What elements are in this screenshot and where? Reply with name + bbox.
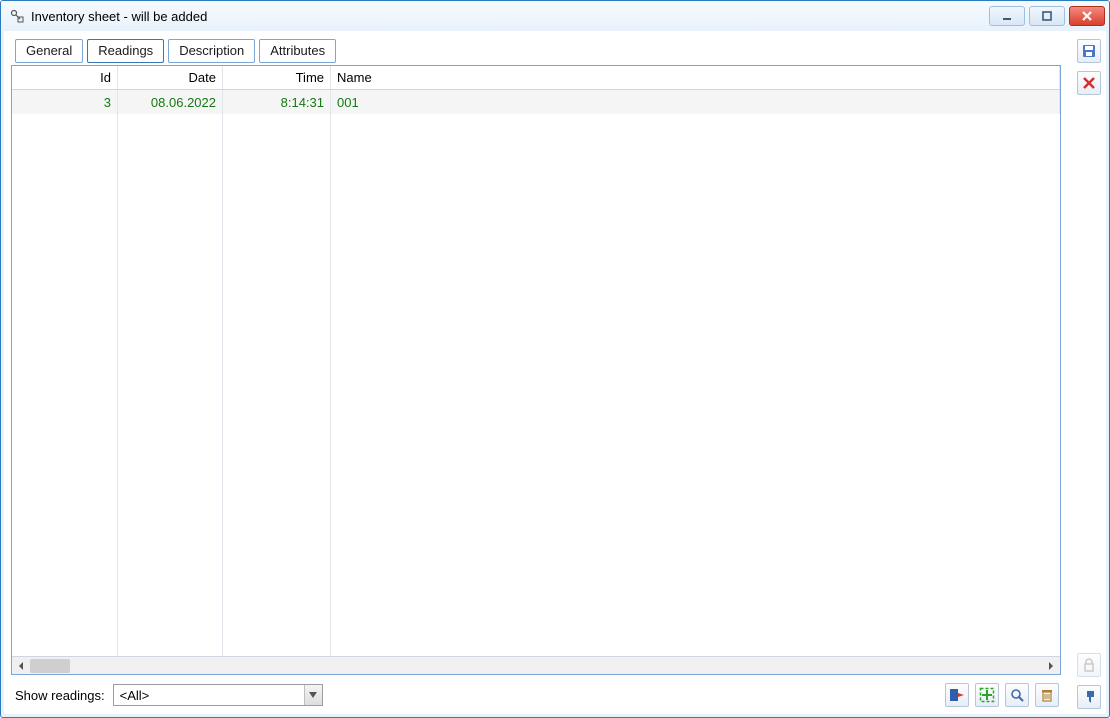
main-column: General Readings Description Attributes … xyxy=(5,35,1067,713)
scroll-left-icon[interactable] xyxy=(12,657,30,675)
column-header-date[interactable]: Date xyxy=(118,66,223,89)
column-header-time[interactable]: Time xyxy=(223,66,331,89)
scroll-thumb[interactable] xyxy=(30,659,70,673)
grid-vertical-lines xyxy=(12,114,1060,656)
cell-time: 8:14:31 xyxy=(223,90,331,114)
window-title: Inventory sheet - will be added xyxy=(31,9,989,24)
close-button[interactable] xyxy=(1069,6,1105,26)
app-icon xyxy=(9,8,25,24)
save-button[interactable] xyxy=(1077,39,1101,63)
side-toolbar xyxy=(1073,35,1105,713)
table-row[interactable]: 3 08.06.2022 8:14:31 001 xyxy=(12,90,1060,114)
show-readings-combo[interactable]: <All> xyxy=(113,684,323,706)
column-header-id[interactable]: Id xyxy=(12,66,118,89)
cancel-button[interactable] xyxy=(1077,71,1101,95)
delete-button[interactable] xyxy=(1035,683,1059,707)
tab-description[interactable]: Description xyxy=(168,39,255,63)
grid-header: Id Date Time Name xyxy=(12,66,1060,90)
tabs: General Readings Description Attributes xyxy=(5,35,1067,63)
window: Inventory sheet - will be added General … xyxy=(0,0,1110,718)
client-area: General Readings Description Attributes … xyxy=(1,31,1109,717)
footer-action-buttons xyxy=(945,683,1059,707)
minimize-button[interactable] xyxy=(989,6,1025,26)
tab-general[interactable]: General xyxy=(15,39,83,63)
maximize-button[interactable] xyxy=(1029,6,1065,26)
cell-name: 001 xyxy=(331,90,1060,114)
scroll-track[interactable] xyxy=(30,657,1042,674)
grid-body[interactable]: 3 08.06.2022 8:14:31 001 xyxy=(12,90,1060,656)
tab-readings[interactable]: Readings xyxy=(87,39,164,63)
chevron-down-icon xyxy=(304,685,322,705)
search-button[interactable] xyxy=(1005,683,1029,707)
titlebar: Inventory sheet - will be added xyxy=(1,1,1109,31)
column-header-name[interactable]: Name xyxy=(331,66,1060,89)
export-button[interactable] xyxy=(945,683,969,707)
footer-bar: Show readings: <All> xyxy=(5,679,1067,713)
readings-grid: Id Date Time Name 3 08.06.2022 8:14:31 0… xyxy=(11,65,1061,675)
cell-date: 08.06.2022 xyxy=(118,90,223,114)
pin-button[interactable] xyxy=(1077,685,1101,709)
window-buttons xyxy=(989,6,1109,26)
scroll-right-icon[interactable] xyxy=(1042,657,1060,675)
lock-button[interactable] xyxy=(1077,653,1101,677)
tab-attributes[interactable]: Attributes xyxy=(259,39,336,63)
cell-id: 3 xyxy=(12,90,118,114)
add-button[interactable] xyxy=(975,683,999,707)
combo-value: <All> xyxy=(120,688,150,703)
horizontal-scrollbar[interactable] xyxy=(12,656,1060,674)
show-readings-label: Show readings: xyxy=(15,688,105,703)
